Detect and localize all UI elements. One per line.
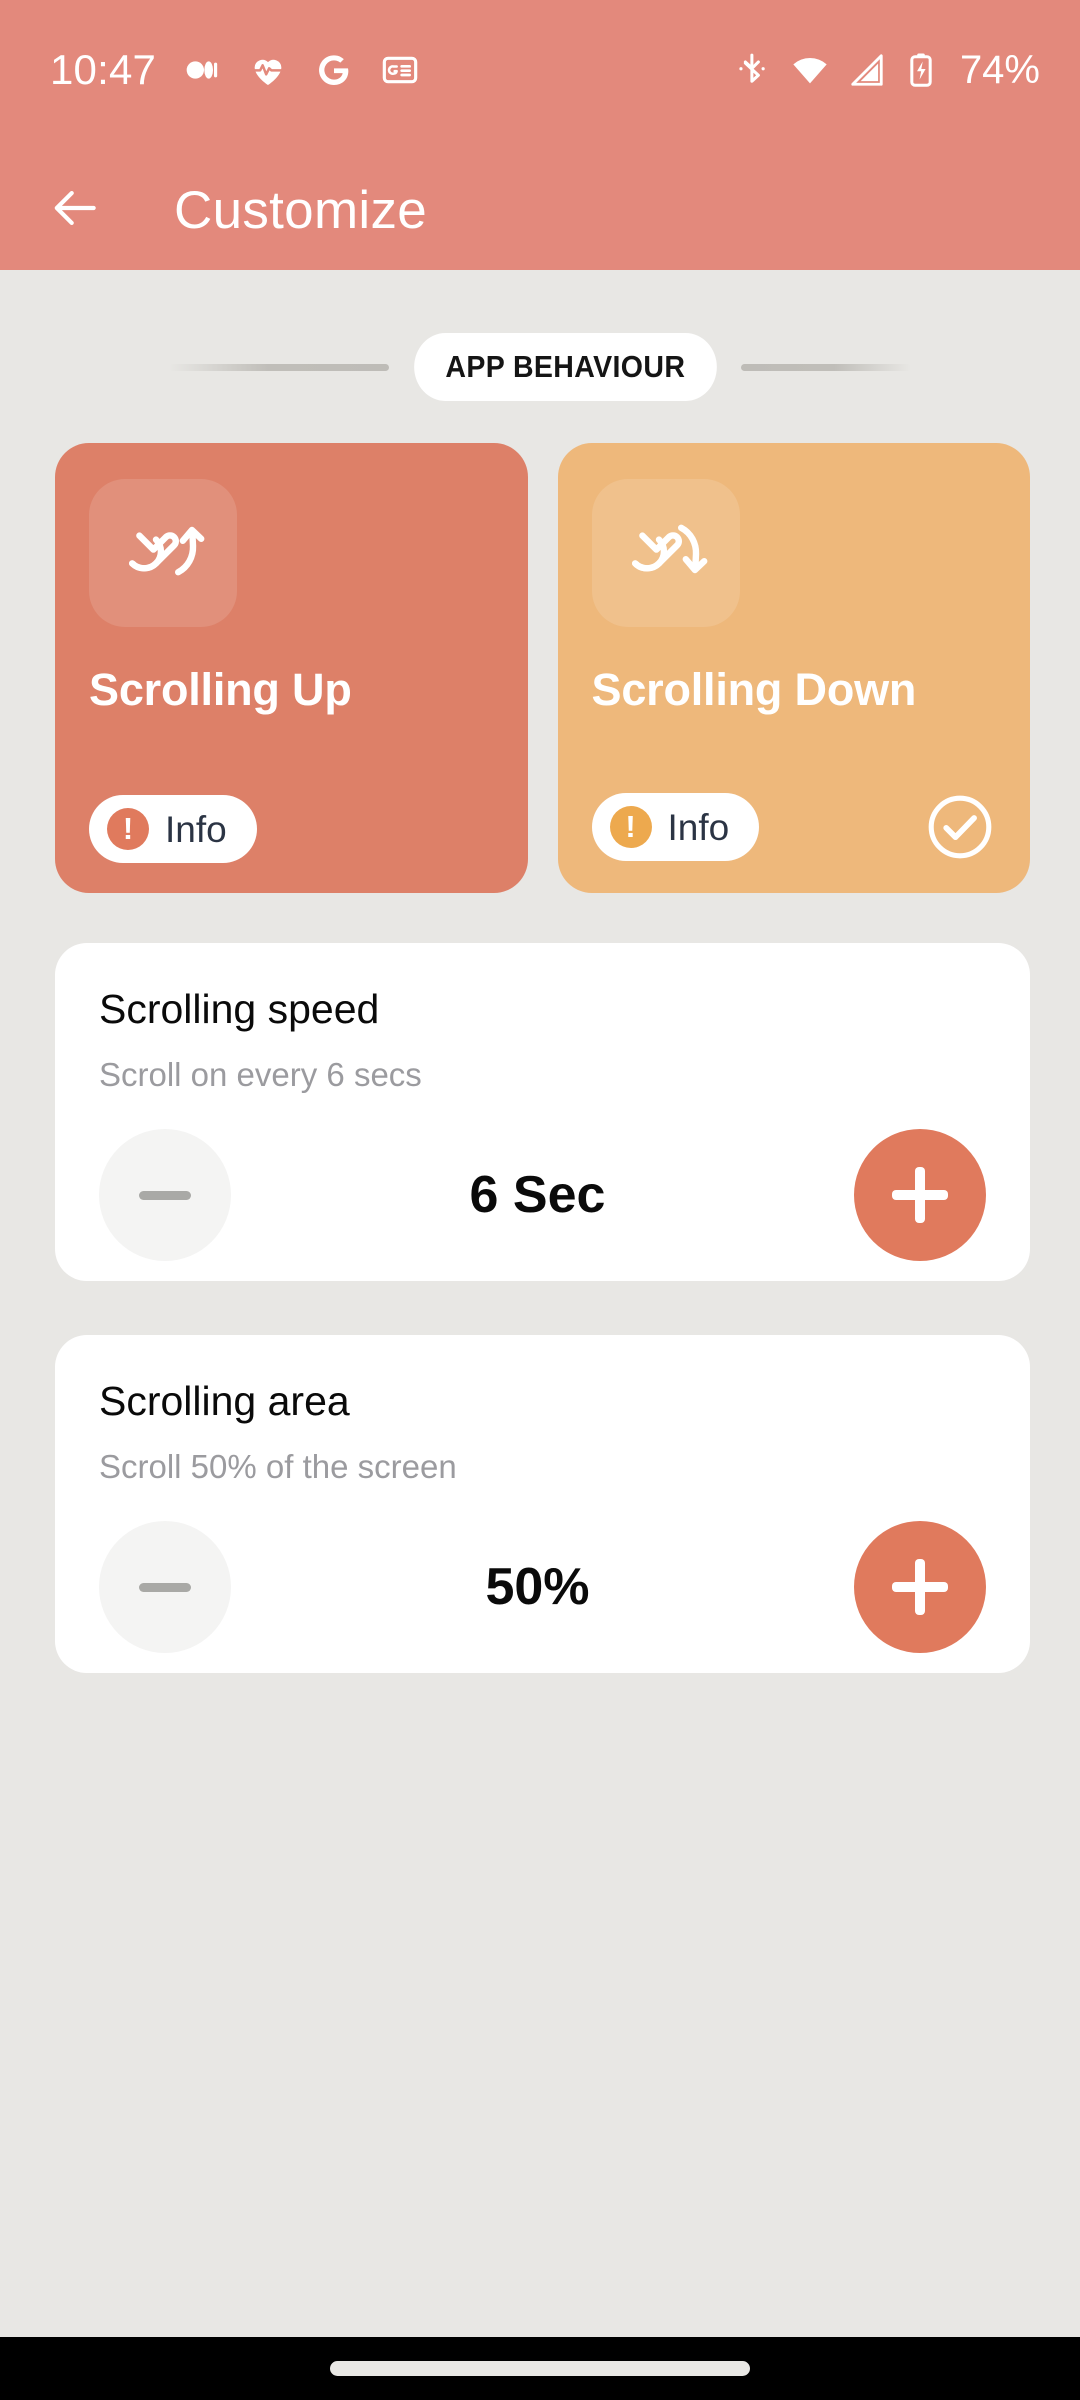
area-value: 50%: [485, 1558, 590, 1616]
mode-title: Scrolling Up: [89, 664, 352, 715]
increment-area-button[interactable]: [854, 1521, 986, 1653]
setting-title: Scrolling area: [99, 1378, 350, 1424]
mode-card-scrolling-down[interactable]: Scrolling Down ! Info: [557, 443, 1030, 893]
speed-value: 6 Sec: [469, 1166, 606, 1224]
status-bar: 10:47 74%: [0, 40, 1080, 100]
stepper-row: 6 Sec: [99, 1129, 986, 1261]
minus-icon: [139, 1190, 191, 1200]
status-bar-left: 10:47: [0, 49, 420, 91]
app-bar: 10:47 74% Customize: [0, 0, 1080, 270]
heart-rate-icon: [248, 50, 288, 90]
check-circle-icon: [924, 791, 996, 863]
battery-percent-label: 74%: [959, 48, 1040, 92]
camera-mic-icon: [182, 50, 222, 90]
exclamation-circle-icon: !: [609, 806, 652, 848]
swipe-up-cursor-icon: [115, 503, 211, 604]
minus-icon: [139, 1582, 191, 1592]
exclamation-circle-icon: !: [107, 808, 149, 850]
back-arrow-icon: [47, 180, 103, 241]
mode-card-footer: ! Info: [591, 791, 997, 863]
decrement-speed-button[interactable]: [99, 1129, 231, 1261]
divider-line-left: [168, 363, 389, 371]
status-bar-clock: 10:47: [50, 46, 157, 93]
setting-card-scrolling-area: Scrolling area Scroll 50% of the screen …: [55, 1335, 1030, 1673]
info-button-scrolling-up[interactable]: ! Info: [89, 795, 257, 863]
info-button-label: Info: [667, 806, 730, 848]
status-bar-right: 74%: [734, 50, 1080, 90]
stepper-row: 50%: [99, 1521, 986, 1653]
swipe-down-cursor-icon: [618, 503, 714, 604]
increment-speed-button[interactable]: [854, 1129, 986, 1261]
wifi-icon: [790, 50, 830, 90]
page-title: Customize: [174, 180, 428, 240]
mode-icon-container: [89, 479, 237, 627]
info-button-scrolling-down[interactable]: ! Info: [591, 793, 760, 861]
info-button-label: Info: [165, 808, 227, 850]
battery-charging-icon: [904, 51, 938, 89]
divider-line-right: [741, 363, 912, 371]
plus-icon: [892, 1167, 948, 1223]
google-icon: [314, 50, 354, 90]
home-gesture-pill[interactable]: [330, 2361, 750, 2376]
setting-card-scrolling-speed: Scrolling speed Scroll on every 6 secs 6…: [55, 943, 1030, 1281]
mode-icon-container: [591, 479, 740, 627]
decrement-area-button[interactable]: [99, 1521, 231, 1653]
setting-subtitle: Scroll 50% of the screen: [99, 1448, 457, 1485]
back-button[interactable]: [20, 155, 130, 265]
cellular-signal-icon: [848, 51, 886, 89]
section-divider: APP BEHAVIOUR: [0, 332, 1080, 402]
system-navigation-bar: [0, 2337, 1080, 2400]
mode-title: Scrolling Down: [591, 664, 917, 715]
section-label: APP BEHAVIOUR: [413, 333, 717, 401]
mode-card-row: Scrolling Up ! Info Scrolling Down ! Inf…: [55, 443, 1030, 893]
plus-icon: [892, 1559, 948, 1615]
phone-screen: 10:47 74% Customize APP BEHAVIOUR Scroll…: [0, 0, 1080, 2400]
bluetooth-icon: [734, 51, 772, 89]
setting-subtitle: Scroll on every 6 secs: [99, 1056, 422, 1093]
google-news-icon: [380, 50, 420, 90]
mode-card-scrolling-up[interactable]: Scrolling Up ! Info: [55, 443, 528, 893]
app-bar-content: Customize: [0, 150, 1080, 270]
setting-title: Scrolling speed: [99, 986, 380, 1032]
mode-card-footer: ! Info: [89, 795, 494, 863]
